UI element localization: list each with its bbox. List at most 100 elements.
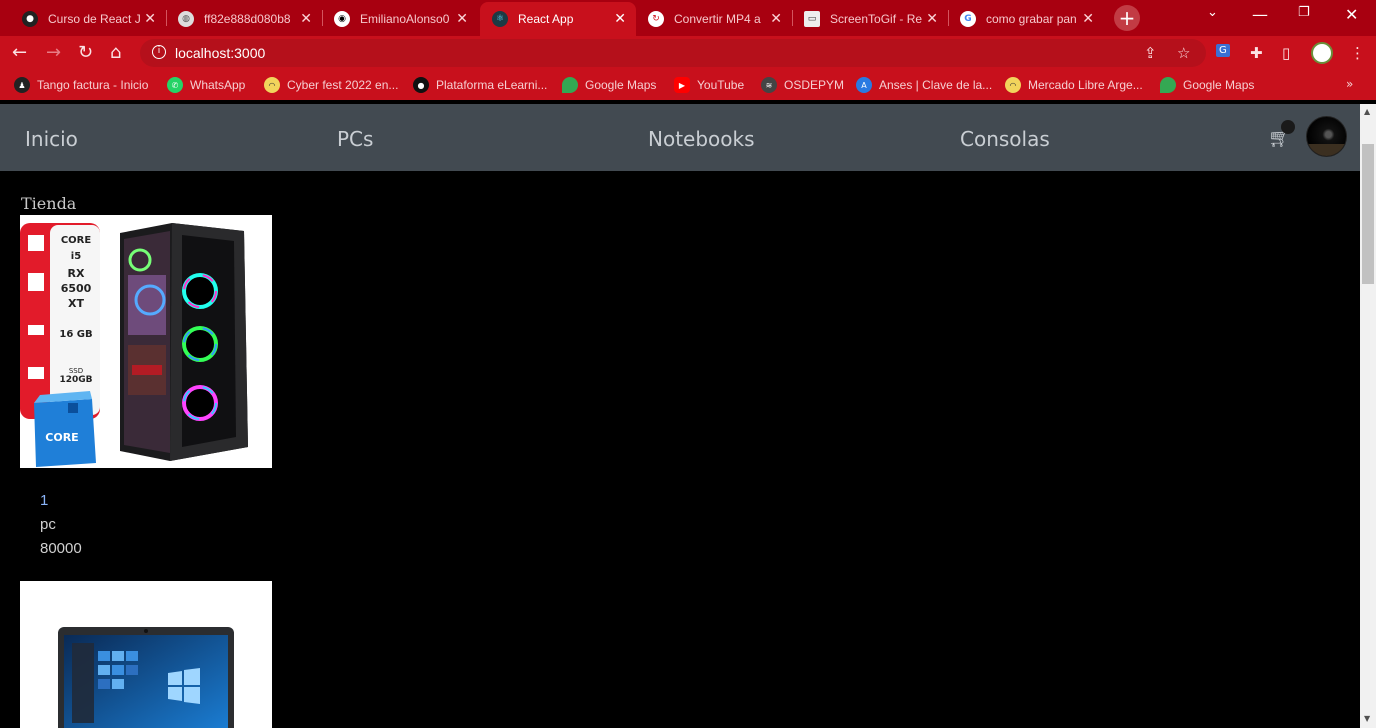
tab-title: ScreenToGif - Re	[830, 12, 923, 26]
nav-link-notebooks[interactable]: Notebooks	[648, 127, 755, 151]
whatsapp-icon: ✆	[167, 77, 183, 93]
product-category: pc	[40, 516, 56, 533]
tab-7[interactable]: G como grabar pan ✕	[948, 2, 1104, 36]
scrollbar-thumb[interactable]	[1362, 144, 1374, 284]
product-info: 1 pc 80000	[40, 492, 82, 557]
tab-title: ff82e888d080b8	[204, 12, 291, 26]
bookmark-youtube[interactable]: ▶ YouTube	[674, 77, 744, 93]
tab-1[interactable]: ● Curso de React J ✕	[10, 2, 166, 36]
nav-link-consolas[interactable]: Consolas	[960, 127, 1050, 151]
bookmark-googlemaps-2[interactable]: Google Maps	[1160, 77, 1254, 93]
convert-icon: ↻	[648, 11, 664, 27]
bookmark-plataforma[interactable]: ● Plataforma eLearni...	[413, 77, 547, 93]
page-scrollbar[interactable]: ▲ ▼	[1360, 104, 1376, 728]
bookmark-label: Google Maps	[1183, 78, 1255, 92]
svg-text:i5: i5	[71, 251, 81, 262]
bookmark-label: Cyber fest 2022 en...	[287, 78, 399, 92]
home-icon[interactable]: ⌂	[110, 42, 121, 63]
bookmark-star-icon[interactable]: ☆	[1177, 44, 1190, 62]
url-text[interactable]: localhost:3000	[175, 45, 265, 61]
restore-icon[interactable]: ❐	[1298, 5, 1310, 20]
product-price: 80000	[40, 540, 82, 557]
scroll-down-icon[interactable]: ▼	[1364, 714, 1370, 723]
tab-strip: ● Curso de React J ✕ ◍ ff82e888d080b8 ✕ …	[0, 0, 1376, 36]
close-icon[interactable]: ✕	[300, 11, 312, 27]
svg-text:CORE: CORE	[45, 431, 78, 444]
back-icon[interactable]: ←	[12, 42, 27, 63]
svg-text:6500: 6500	[61, 282, 92, 295]
coder-icon: ●	[413, 77, 429, 93]
cart-badge	[1281, 120, 1295, 134]
bookmark-googlemaps-1[interactable]: Google Maps	[562, 77, 656, 93]
close-icon[interactable]: ✕	[144, 11, 156, 27]
minimize-icon[interactable]: —	[1252, 5, 1268, 24]
side-panel-icon[interactable]: ▯	[1282, 44, 1290, 62]
extensions-icon[interactable]: ✚	[1250, 44, 1263, 62]
maps-pin-icon	[562, 77, 578, 93]
bookmark-label: Google Maps	[585, 78, 657, 92]
close-icon[interactable]: ✕	[456, 11, 468, 27]
browser-toolbar: ← → ↻ ⌂ i localhost:3000 ⇪ ☆ G ✚ ▯ ⋮	[0, 36, 1376, 70]
close-icon[interactable]: ✕	[926, 11, 938, 27]
tab-6[interactable]: ▭ ScreenToGif - Re ✕	[792, 2, 948, 36]
close-window-icon[interactable]: ✕	[1345, 5, 1358, 24]
bookmarks-overflow-icon[interactable]: »	[1346, 77, 1353, 91]
mercadolibre-icon: ◠	[1005, 77, 1021, 93]
site-info-icon[interactable]: i	[152, 45, 166, 59]
translate-icon[interactable]: G	[1216, 44, 1230, 57]
product-image[interactable]: CORE i5 RX 6500 XT 16 GB SSD 120GB CORE	[20, 215, 272, 468]
laptop-illustration	[58, 627, 234, 728]
anses-icon: A	[856, 77, 872, 93]
coder-icon: ●	[22, 11, 38, 27]
address-bar[interactable]: i localhost:3000	[140, 39, 1206, 67]
bookmark-cyberfest[interactable]: ◠ Cyber fest 2022 en...	[264, 77, 398, 93]
nav-link-pcs[interactable]: PCs	[337, 127, 373, 151]
bookmarks-bar: ♟ Tango factura - Inicio ✆ WhatsApp ◠ Cyber…	[0, 70, 1376, 100]
tab-title: Convertir MP4 a	[674, 12, 761, 26]
tab-3[interactable]: ◉ EmilianoAlonso0 ✕	[322, 2, 478, 36]
close-icon[interactable]: ✕	[614, 11, 626, 27]
user-avatar[interactable]	[1306, 116, 1347, 157]
screentogif-icon: ▭	[804, 11, 820, 27]
svg-text:XT: XT	[68, 297, 84, 310]
bookmark-label: Tango factura - Inicio	[37, 78, 149, 92]
reload-icon[interactable]: ↻	[78, 42, 93, 63]
close-icon[interactable]: ✕	[770, 11, 782, 27]
tab-2[interactable]: ◍ ff82e888d080b8 ✕	[166, 2, 322, 36]
tab-title: React App	[518, 12, 574, 26]
bookmark-mercadolibre[interactable]: ◠ Mercado Libre Arge...	[1005, 77, 1143, 93]
scroll-up-icon[interactable]: ▲	[1364, 107, 1370, 116]
bookmark-osdepym[interactable]: ≋ OSDEPYM	[761, 77, 844, 93]
globe-icon: ◍	[178, 11, 194, 27]
nav-link-inicio[interactable]: Inicio	[25, 127, 78, 151]
tab-title: EmilianoAlonso0	[360, 12, 450, 26]
github-icon: ◉	[334, 11, 350, 27]
svg-text:RX: RX	[68, 267, 85, 280]
tango-icon: ♟	[14, 77, 30, 93]
product-image[interactable]	[20, 581, 272, 728]
tab-search-icon[interactable]: ⌄	[1207, 5, 1218, 20]
tab-5[interactable]: ↻ Convertir MP4 a ✕	[636, 2, 792, 36]
svg-text:16 GB: 16 GB	[59, 329, 92, 340]
forward-icon[interactable]: →	[46, 42, 61, 63]
bookmark-label: Anses | Clave de la...	[879, 78, 993, 92]
site-navbar: Inicio PCs Notebooks Consolas 🛒︎	[0, 104, 1360, 171]
product-id[interactable]: 1	[40, 492, 82, 509]
menu-icon[interactable]: ⋮	[1350, 44, 1365, 62]
bookmark-tango[interactable]: ♟ Tango factura - Inicio	[14, 77, 148, 93]
bookmark-label: OSDEPYM	[784, 78, 845, 92]
bookmark-whatsapp[interactable]: ✆ WhatsApp	[167, 77, 245, 93]
store-title: Tienda	[21, 194, 77, 213]
new-tab-button[interactable]: +	[1114, 5, 1140, 31]
mercadolibre-icon: ◠	[264, 77, 280, 93]
share-icon[interactable]: ⇪	[1144, 44, 1157, 62]
bookmark-anses[interactable]: A Anses | Clave de la...	[856, 77, 992, 93]
google-icon: G	[960, 11, 976, 27]
bookmark-label: YouTube	[697, 78, 745, 92]
tab-4-active[interactable]: ⚛ React App ✕	[480, 2, 636, 36]
bookmark-label: Plataforma eLearni...	[436, 78, 548, 92]
bookmark-label: Mercado Libre Arge...	[1028, 78, 1143, 92]
maps-pin-icon	[1160, 77, 1176, 93]
profile-avatar-icon[interactable]	[1311, 42, 1333, 64]
close-icon[interactable]: ✕	[1082, 11, 1094, 27]
